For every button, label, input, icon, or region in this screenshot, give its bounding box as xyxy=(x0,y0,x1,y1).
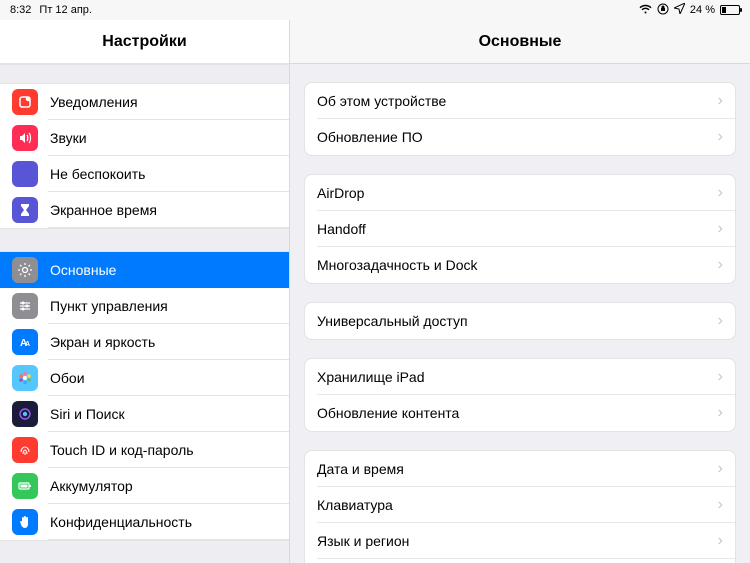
sidebar-item-label: Аккумулятор xyxy=(50,478,133,494)
chevron-right-icon: › xyxy=(718,496,723,514)
gear-icon xyxy=(12,257,38,283)
sliders-icon xyxy=(12,293,38,319)
sidebar-item-screentime[interactable]: Экранное время xyxy=(0,192,289,228)
chevron-right-icon: › xyxy=(718,312,723,330)
detail-row[interactable]: Хранилище iPad › xyxy=(305,359,735,395)
notifications-icon xyxy=(12,89,38,115)
detail-row[interactable]: Язык и регион › xyxy=(305,523,735,559)
flower-icon xyxy=(12,365,38,391)
detail-group: Дата и время › Клавиатура › Язык и регион › Сл… xyxy=(304,450,736,563)
wifi-icon xyxy=(639,4,652,17)
sidebar-item-siri[interactable]: Siri и Поиск xyxy=(0,396,289,432)
detail-row[interactable]: AirDrop › xyxy=(305,175,735,211)
sidebar-item-label: Экран и яркость xyxy=(50,334,155,350)
display-icon: AA xyxy=(12,329,38,355)
detail-row-label: Об этом устройстве xyxy=(317,93,446,109)
detail-row[interactable]: Универсальный доступ › xyxy=(305,303,735,339)
detail-row-label: Обновление ПО xyxy=(317,129,423,145)
detail-row[interactable]: Handoff › xyxy=(305,211,735,247)
battery-percent: 24 % xyxy=(690,4,715,16)
detail-row[interactable]: Обновление ПО › xyxy=(305,119,735,155)
chevron-right-icon: › xyxy=(718,368,723,386)
status-time: 8:32 xyxy=(10,4,31,16)
chevron-right-icon: › xyxy=(718,532,723,550)
orientation-lock-icon xyxy=(657,3,669,18)
sidebar-item-wallpaper[interactable]: Обои xyxy=(0,360,289,396)
detail-row-label: AirDrop xyxy=(317,185,364,201)
sidebar-item-label: Основные xyxy=(50,262,116,278)
sidebar-item-privacy[interactable]: Конфиденциальность xyxy=(0,504,289,540)
fingerprint-icon xyxy=(12,437,38,463)
detail-row-label: Клавиатура xyxy=(317,497,393,513)
chevron-right-icon: › xyxy=(718,128,723,146)
detail-row-label: Хранилище iPad xyxy=(317,369,425,385)
sidebar-item-battery[interactable]: Аккумулятор xyxy=(0,468,289,504)
sidebar-item-label: Обои xyxy=(50,370,85,386)
sidebar-item-general[interactable]: Основные xyxy=(0,252,289,288)
detail-row-label: Универсальный доступ xyxy=(317,313,468,329)
sidebar-item-label: Звуки xyxy=(50,130,87,146)
detail-group: Хранилище iPad › Обновление контента › xyxy=(304,358,736,432)
hourglass-icon xyxy=(12,197,38,223)
sidebar-item-display[interactable]: AA Экран и яркость xyxy=(0,324,289,360)
sidebar-item-label: Siri и Поиск xyxy=(50,406,125,422)
detail-row-label: Дата и время xyxy=(317,461,404,477)
hand-icon xyxy=(12,509,38,535)
location-icon xyxy=(674,3,685,17)
moon-icon xyxy=(12,161,38,187)
detail-group: AirDrop › Handoff › Многозадачность и Dock › xyxy=(304,174,736,284)
detail-group: Универсальный доступ › xyxy=(304,302,736,340)
detail-title: Основные xyxy=(290,20,750,64)
svg-text:A: A xyxy=(25,341,30,348)
chevron-right-icon: › xyxy=(718,92,723,110)
battery-icon xyxy=(720,5,740,15)
chevron-right-icon: › xyxy=(718,404,723,422)
sidebar-item-label: Пункт управления xyxy=(50,298,168,314)
sidebar-item-label: Конфиденциальность xyxy=(50,514,192,530)
detail-pane: Основные Об этом устройстве›Обновление П… xyxy=(290,20,750,563)
detail-row[interactable]: Словарь› xyxy=(305,559,735,563)
sidebar-item-label: Уведомления xyxy=(50,94,138,110)
sidebar-item-touchid[interactable]: Touch ID и код-пароль xyxy=(0,432,289,468)
sidebar-item-dnd[interactable]: Не беспокоить xyxy=(0,156,289,192)
detail-row[interactable]: Обновление контента › xyxy=(305,395,735,431)
sidebar-item-controlcenter[interactable]: Пункт управления xyxy=(0,288,289,324)
detail-row-label: Многозадачность и Dock xyxy=(317,257,477,273)
sidebar-item-label: Touch ID и код-пароль xyxy=(50,442,194,458)
status-date: Пт 12 апр. xyxy=(39,4,92,16)
status-bar: 8:32 Пт 12 апр. 24 % xyxy=(0,0,750,20)
chevron-right-icon: › xyxy=(718,256,723,274)
battery-icon xyxy=(12,473,38,499)
sidebar-item-notifications[interactable]: Уведомления xyxy=(0,84,289,120)
detail-row[interactable]: Клавиатура › xyxy=(305,487,735,523)
detail-row-label: Язык и регион xyxy=(317,533,409,549)
sidebar-title: Настройки xyxy=(0,20,289,64)
sidebar-list[interactable]: Уведомления Звуки Не беспокоить Экранное вр… xyxy=(0,64,289,563)
detail-group: Об этом устройстве › Обновление ПО › xyxy=(304,82,736,156)
detail-row-label: Handoff xyxy=(317,221,366,237)
detail-row[interactable]: Многозадачность и Dock › xyxy=(305,247,735,283)
chevron-right-icon: › xyxy=(718,184,723,202)
sidebar-item-sounds[interactable]: Звуки xyxy=(0,120,289,156)
chevron-right-icon: › xyxy=(718,460,723,478)
detail-row[interactable]: Об этом устройстве › xyxy=(305,83,735,119)
siri-icon xyxy=(12,401,38,427)
sounds-icon xyxy=(12,125,38,151)
sidebar-item-label: Не беспокоить xyxy=(50,166,145,182)
detail-list[interactable]: Об этом устройстве›Обновление ПО›AirDrop… xyxy=(290,64,750,563)
detail-row[interactable]: Дата и время › xyxy=(305,451,735,487)
chevron-right-icon: › xyxy=(718,220,723,238)
detail-row-label: Обновление контента xyxy=(317,405,459,421)
sidebar-item-label: Экранное время xyxy=(50,202,157,218)
sidebar: Настройки Уведомления Звуки Не беспокоить Э… xyxy=(0,20,290,563)
